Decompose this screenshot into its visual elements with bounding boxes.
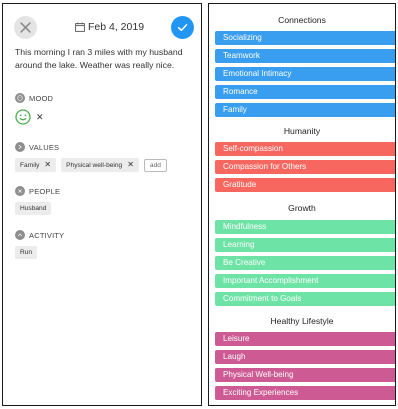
checkmark-icon xyxy=(177,24,188,32)
close-button[interactable] xyxy=(14,16,37,39)
mood-value: ✕ xyxy=(15,109,201,125)
activity-chips: Run xyxy=(15,246,201,259)
activity-icon xyxy=(15,230,25,240)
values-picker-panel: Connections Socializing Teamwork Emotion… xyxy=(208,3,396,406)
confirm-button[interactable] xyxy=(171,16,194,39)
mood-section: MOOD ✕ xyxy=(15,93,201,125)
people-header: PEOPLE xyxy=(15,186,201,196)
value-option-commitment-to-goals[interactable]: Commitment to Goals xyxy=(215,292,395,306)
entry-panel: Feb 4, 2019 This morning I ran 3 miles w… xyxy=(2,3,202,406)
people-section: PEOPLE Husband xyxy=(15,186,201,215)
value-option-leisure[interactable]: Leisure xyxy=(215,332,395,346)
activity-label: ACTIVITY xyxy=(29,230,65,240)
value-option-teamwork[interactable]: Teamwork xyxy=(215,49,395,63)
value-option-emotional-intimacy[interactable]: Emotional Intimacy xyxy=(215,67,395,81)
value-option-important-accomplishment[interactable]: Important Accomplishment xyxy=(215,274,395,288)
values-label: VALUES xyxy=(29,142,60,152)
smiley-face-icon[interactable] xyxy=(15,109,31,125)
value-option-laugh[interactable]: Laugh xyxy=(215,350,395,364)
value-chip-label: Physical well-being xyxy=(66,161,123,169)
add-value-button[interactable]: add xyxy=(143,158,167,172)
mood-icon xyxy=(15,93,25,103)
value-option-romance[interactable]: Romance xyxy=(215,85,395,99)
values-chips: Family ✕ Physical well-being ✕ add xyxy=(15,158,201,172)
activity-section: ACTIVITY Run xyxy=(15,230,201,259)
value-option-mindfulness[interactable]: Mindfulness xyxy=(215,220,395,234)
activity-chip[interactable]: Run xyxy=(15,246,38,259)
value-option-gratitude[interactable]: Gratitude xyxy=(215,178,395,192)
people-icon xyxy=(15,186,25,196)
group-title-healthy-lifestyle: Healthy Lifestyle xyxy=(270,316,334,326)
entry-text[interactable]: This morning I ran 3 miles with my husba… xyxy=(15,46,201,72)
group-title-growth: Growth xyxy=(288,203,316,213)
value-option-compassion-for-others[interactable]: Compassion for Others xyxy=(215,160,395,174)
people-label: PEOPLE xyxy=(29,186,61,196)
person-chip-label: Husband xyxy=(20,205,47,212)
entry-date-label: Feb 4, 2019 xyxy=(88,21,145,33)
remove-chip-icon[interactable]: ✕ xyxy=(44,161,51,169)
mood-label: MOOD xyxy=(29,93,54,103)
activity-header: ACTIVITY xyxy=(15,230,201,240)
remove-mood-icon[interactable]: ✕ xyxy=(36,112,44,122)
value-chip[interactable]: Physical well-being ✕ xyxy=(61,158,139,172)
value-chip-label: Family xyxy=(20,161,40,169)
value-option-family[interactable]: Family xyxy=(215,103,395,117)
entry-toolbar: Feb 4, 2019 xyxy=(3,4,201,46)
values-header: VALUES xyxy=(15,142,201,152)
value-option-learning[interactable]: Learning xyxy=(215,238,395,252)
remove-chip-icon[interactable]: ✕ xyxy=(127,161,134,169)
value-option-be-creative[interactable]: Be Creative xyxy=(215,256,395,270)
values-icon xyxy=(15,142,25,152)
mood-header: MOOD xyxy=(15,93,201,103)
value-chip[interactable]: Family ✕ xyxy=(15,158,57,172)
values-section: VALUES Family ✕ Physical well-being ✕ ad… xyxy=(15,142,201,172)
calendar-icon xyxy=(75,22,85,32)
person-chip[interactable]: Husband xyxy=(15,202,52,215)
group-title-humanity: Humanity xyxy=(283,126,321,136)
entry-date[interactable]: Feb 4, 2019 xyxy=(75,21,144,33)
group-title-connections: Connections xyxy=(278,15,326,25)
value-option-exciting-experiences[interactable]: Exciting Experiences xyxy=(215,386,395,400)
people-chips: Husband xyxy=(15,202,201,215)
close-icon xyxy=(20,22,31,33)
value-option-self-compassion[interactable]: Self-compassion xyxy=(215,142,395,156)
value-option-socializing[interactable]: Socializing xyxy=(215,31,395,45)
activity-chip-label: Run xyxy=(20,249,33,256)
value-option-physical-well-being[interactable]: Physical Well-being xyxy=(215,368,395,382)
